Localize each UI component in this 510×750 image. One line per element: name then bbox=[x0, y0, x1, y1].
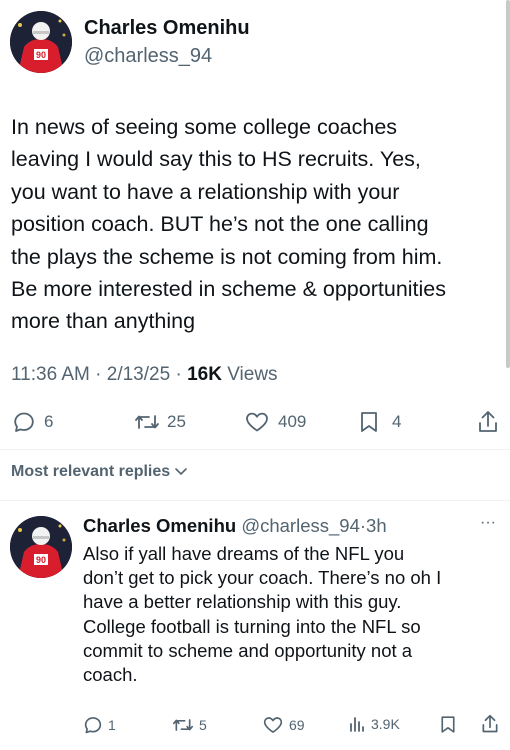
tweet-meta: 11:36 AM · 2/13/25 · 16K Views bbox=[11, 364, 278, 385]
reply-count: 6 bbox=[44, 412, 54, 431]
more-icon[interactable]: ··· bbox=[480, 514, 496, 532]
retweet-count: 25 bbox=[167, 412, 186, 431]
bookmark-button[interactable]: 4 bbox=[358, 410, 401, 434]
sort-dropdown[interactable]: Most relevant replies bbox=[11, 463, 188, 481]
author-handle[interactable]: @charless_94 bbox=[84, 45, 212, 68]
svg-text:90: 90 bbox=[36, 555, 46, 565]
share-icon bbox=[479, 411, 497, 432]
reply-time[interactable]: 3h bbox=[366, 515, 387, 536]
reply-reply-button[interactable]: 1 bbox=[83, 715, 116, 735]
divider bbox=[0, 449, 510, 450]
reply-text: Also if yall have dreams of the NFL you … bbox=[83, 543, 442, 686]
sort-label: Most relevant replies bbox=[11, 463, 171, 480]
reply-reply-count: 1 bbox=[108, 717, 116, 733]
views-label: Views bbox=[227, 364, 278, 385]
reply-header: Charles Omenihu @charless_94·3h bbox=[83, 515, 387, 536]
like-icon bbox=[263, 717, 283, 733]
reply-retweet-button[interactable]: 5 bbox=[172, 715, 207, 735]
reply-author-name[interactable]: Charles Omenihu bbox=[83, 515, 236, 536]
reply-icon bbox=[84, 717, 102, 734]
author-name[interactable]: Charles Omenihu bbox=[84, 17, 250, 40]
reply-avatar[interactable]: 90 bbox=[10, 516, 72, 578]
like-button[interactable]: 409 bbox=[244, 410, 306, 434]
chevron-down-icon bbox=[175, 468, 187, 476]
tweet-date[interactable]: 2/13/25 bbox=[107, 364, 170, 385]
reply-button[interactable]: 6 bbox=[12, 410, 53, 434]
divider bbox=[0, 500, 510, 501]
reply-like-count: 69 bbox=[289, 717, 305, 733]
retweet-button[interactable]: 25 bbox=[134, 410, 186, 434]
reply-bookmark-button[interactable] bbox=[439, 714, 457, 735]
retweet-icon bbox=[135, 415, 159, 429]
share-icon bbox=[482, 714, 498, 733]
like-icon bbox=[246, 412, 268, 432]
like-count: 409 bbox=[278, 412, 307, 431]
svg-text:90: 90 bbox=[36, 50, 46, 60]
share-button[interactable] bbox=[476, 409, 500, 435]
bookmark-icon bbox=[441, 716, 455, 733]
bookmark-icon bbox=[361, 412, 377, 432]
reply-retweet-count: 5 bbox=[199, 717, 207, 733]
bookmark-count: 4 bbox=[392, 412, 402, 431]
reply-views-count: 3.9K bbox=[371, 716, 400, 732]
reply-share-button[interactable] bbox=[480, 713, 500, 735]
avatar[interactable]: 90 bbox=[10, 11, 72, 73]
views-icon bbox=[350, 717, 364, 732]
scrollbar[interactable] bbox=[506, 0, 510, 368]
reply-icon bbox=[14, 412, 34, 432]
retweet-icon bbox=[172, 719, 193, 731]
tweet-time[interactable]: 11:36 AM bbox=[11, 364, 90, 385]
views-count: 16K bbox=[187, 364, 222, 385]
reply-author-handle[interactable]: @charless_94 bbox=[241, 515, 360, 536]
reply-views-button[interactable]: 3.9K bbox=[348, 715, 400, 733]
reply-like-button[interactable]: 69 bbox=[262, 715, 305, 735]
tweet-text: In news of seeing some college coaches l… bbox=[11, 115, 447, 334]
